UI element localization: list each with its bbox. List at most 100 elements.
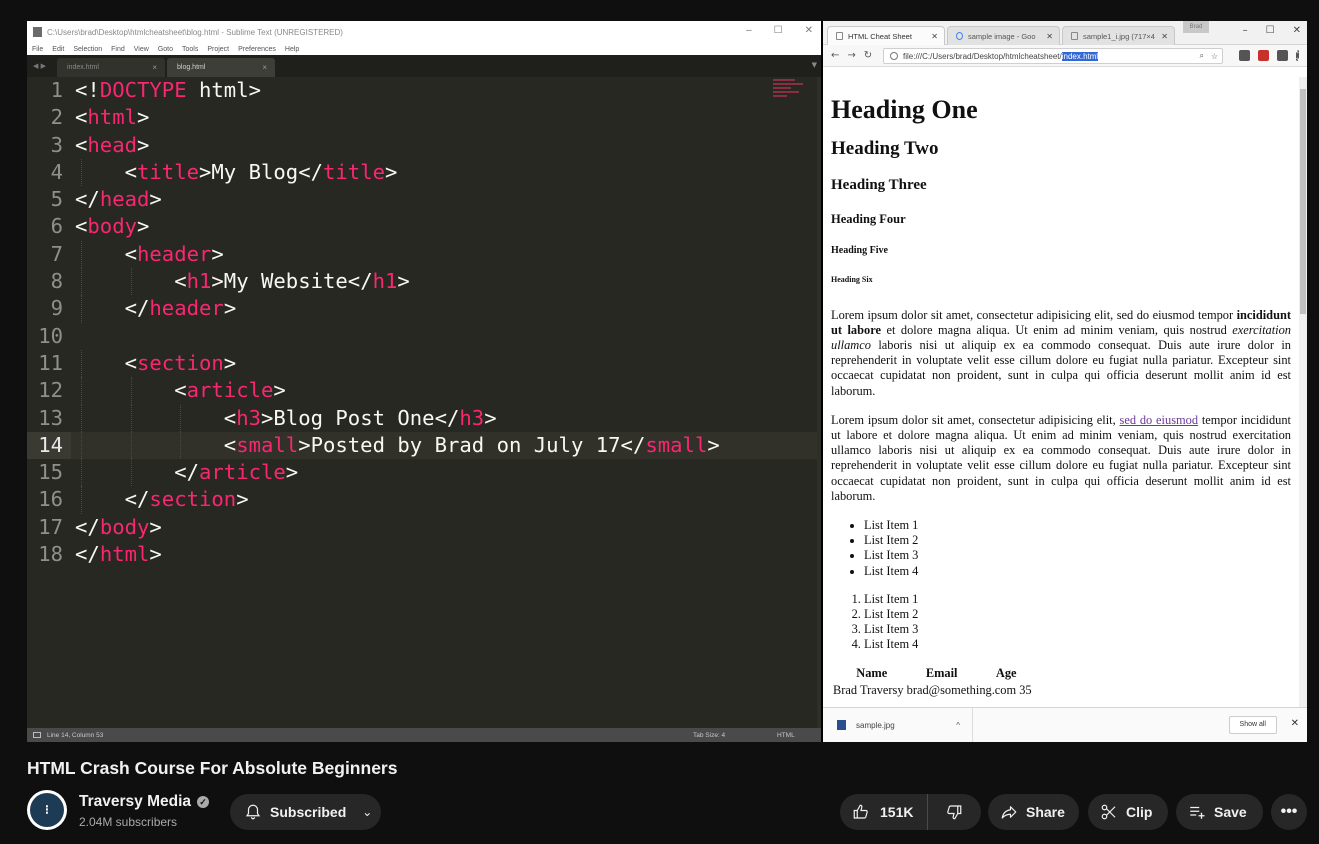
tab-list-dropdown-icon[interactable]: ▼: [812, 61, 817, 69]
syntax-indicator[interactable]: HTML: [777, 732, 795, 739]
menu-help[interactable]: Help: [285, 46, 299, 53]
tag-name-token: title: [323, 159, 385, 184]
chrome-tab-html-cheat-sheet[interactable]: HTML Cheat Sheet ✕: [827, 26, 945, 45]
maximize-icon[interactable]: ☐: [774, 25, 783, 36]
close-icon[interactable]: ✕: [1291, 718, 1299, 729]
text-token: >: [236, 487, 249, 512]
tab-label: index.html: [67, 64, 99, 71]
inline-link[interactable]: sed do eiusmod: [1120, 413, 1199, 427]
extension-icon[interactable]: [1239, 50, 1250, 61]
text-token: >: [211, 241, 224, 266]
chrome-menu-icon[interactable]: [1296, 50, 1299, 61]
chevron-up-icon[interactable]: ^: [956, 721, 960, 730]
code-line[interactable]: 14 <small>Posted by Brad on July 17</sma…: [27, 431, 821, 460]
table-header: Name: [856, 665, 888, 680]
playlist-add-icon: [1190, 806, 1205, 819]
menu-selection[interactable]: Selection: [73, 46, 102, 53]
tab-close-icon[interactable]: ×: [262, 63, 267, 72]
close-tab-icon[interactable]: ✕: [931, 32, 938, 41]
tag-name-token: body: [87, 214, 138, 239]
tab-nav-arrows-icon[interactable]: ◀ ▶: [27, 62, 57, 70]
tag-name-token: h1: [186, 269, 212, 294]
menu-view[interactable]: View: [134, 46, 149, 53]
text-token: <!: [75, 78, 100, 102]
profile-badge[interactable]: Brad: [1183, 21, 1209, 33]
menu-find[interactable]: Find: [111, 46, 125, 53]
minimize-icon[interactable]: –: [1243, 25, 1248, 36]
code-line[interactable]: 2 <html>: [27, 104, 821, 131]
menu-tools[interactable]: Tools: [182, 46, 198, 53]
clip-label: Clip: [1126, 804, 1153, 820]
page-scrollbar[interactable]: [1299, 77, 1307, 707]
code-line[interactable]: 11 <section>: [27, 349, 821, 378]
like-button[interactable]: 151K: [840, 794, 928, 830]
channel-name-link[interactable]: Traversy Media ✓: [79, 793, 210, 811]
reload-icon[interactable]: ↻: [864, 50, 872, 61]
code-line[interactable]: 7 <header>: [27, 240, 821, 269]
text-token: >: [149, 187, 162, 212]
channel-avatar[interactable]: ⁝: [27, 790, 67, 830]
code-line[interactable]: 17 </body>: [27, 514, 821, 541]
code-line[interactable]: 18 </html>: [27, 541, 821, 568]
maximize-icon[interactable]: ☐: [1266, 25, 1275, 36]
panel-toggle-icon[interactable]: [33, 732, 41, 738]
code-line[interactable]: 15 </article>: [27, 459, 821, 487]
verified-check-icon: ✓: [197, 796, 210, 808]
menu-project[interactable]: Project: [207, 46, 229, 53]
chrome-tab-sample-jpg[interactable]: sample1_i.jpg (717×4 ✕: [1062, 26, 1175, 45]
code-line[interactable]: 10: [27, 323, 821, 350]
code-area[interactable]: 1 <!DOCTYPE html> 2 <html> 3 <head> 4 <title>M…: [27, 77, 821, 728]
text-token: >: [137, 105, 150, 130]
tab-close-icon[interactable]: ×: [152, 63, 157, 72]
bookmark-star-icon[interactable]: ☆: [1211, 52, 1218, 61]
info-icon[interactable]: [890, 52, 898, 60]
close-tab-icon[interactable]: ✕: [1161, 32, 1168, 41]
subscribed-button[interactable]: Subscribed ⌄: [230, 794, 381, 830]
menu-file[interactable]: File: [32, 46, 43, 53]
code-line[interactable]: 16 </section>: [27, 486, 821, 514]
extension-icon[interactable]: [1258, 50, 1269, 61]
code-line[interactable]: 3 <head>: [27, 132, 821, 159]
text-token: >: [285, 460, 299, 485]
code-line[interactable]: 9 </header>: [27, 295, 821, 323]
clip-button[interactable]: Clip: [1088, 794, 1168, 830]
channel-name[interactable]: Traversy Media: [79, 793, 191, 811]
code-line[interactable]: 1 <!DOCTYPE html>: [27, 77, 821, 104]
menu-edit[interactable]: Edit: [52, 46, 64, 53]
menu-preferences[interactable]: Preferences: [238, 46, 276, 53]
close-tab-icon[interactable]: ✕: [1046, 32, 1053, 41]
code-line[interactable]: 12 <article>: [27, 377, 821, 405]
zoom-icon[interactable]: ⌕: [1200, 51, 1204, 61]
chrome-tab-sample-image[interactable]: sample image - Goo ✕: [947, 26, 1060, 45]
code-line[interactable]: 6 <body>: [27, 213, 821, 240]
video-player[interactable]: C:\Users\brad\Desktop\htmlcheatsheet\blo…: [27, 21, 1307, 742]
code-line[interactable]: 5 </head>: [27, 186, 821, 213]
tab-blog-html[interactable]: blog.html ×: [167, 58, 275, 77]
minimize-icon[interactable]: –: [746, 25, 752, 36]
more-actions-button[interactable]: •••: [1271, 794, 1307, 830]
forward-arrow-icon[interactable]: →: [847, 50, 855, 61]
minimap[interactable]: [773, 79, 813, 119]
code-line[interactable]: 13 <h3>Blog Post One</h3>: [27, 404, 821, 432]
code-line[interactable]: 8 <h1>My Website</h1>: [27, 268, 821, 296]
save-button[interactable]: Save: [1176, 794, 1263, 830]
download-item[interactable]: sample.jpg ^: [823, 707, 973, 742]
dislike-button[interactable]: [928, 803, 980, 821]
extension-icon[interactable]: [1277, 50, 1288, 61]
show-all-button[interactable]: Show all: [1228, 716, 1277, 734]
code-text: <html>: [71, 105, 149, 129]
tab-size-indicator[interactable]: Tab Size: 4: [693, 732, 725, 739]
tab-index-html[interactable]: index.html ×: [57, 58, 165, 77]
code-text: <small>Posted by Brad on July 17</small>: [71, 433, 720, 457]
scrollbar-thumb[interactable]: [1300, 89, 1306, 314]
menu-goto[interactable]: Goto: [158, 46, 173, 53]
close-icon[interactable]: ✕: [1293, 25, 1301, 36]
code-line[interactable]: 4 <title>My Blog</title>: [27, 158, 821, 187]
editor-scrollbar[interactable]: [817, 77, 821, 728]
close-icon[interactable]: ✕: [805, 25, 813, 36]
address-bar[interactable]: file:///C:/Users/brad/Desktop/htmlcheats…: [883, 48, 1223, 64]
list-item: List Item 3: [864, 622, 1291, 637]
back-arrow-icon[interactable]: ←: [831, 50, 839, 61]
share-button[interactable]: Share: [988, 794, 1079, 830]
text-token: </: [75, 187, 100, 212]
